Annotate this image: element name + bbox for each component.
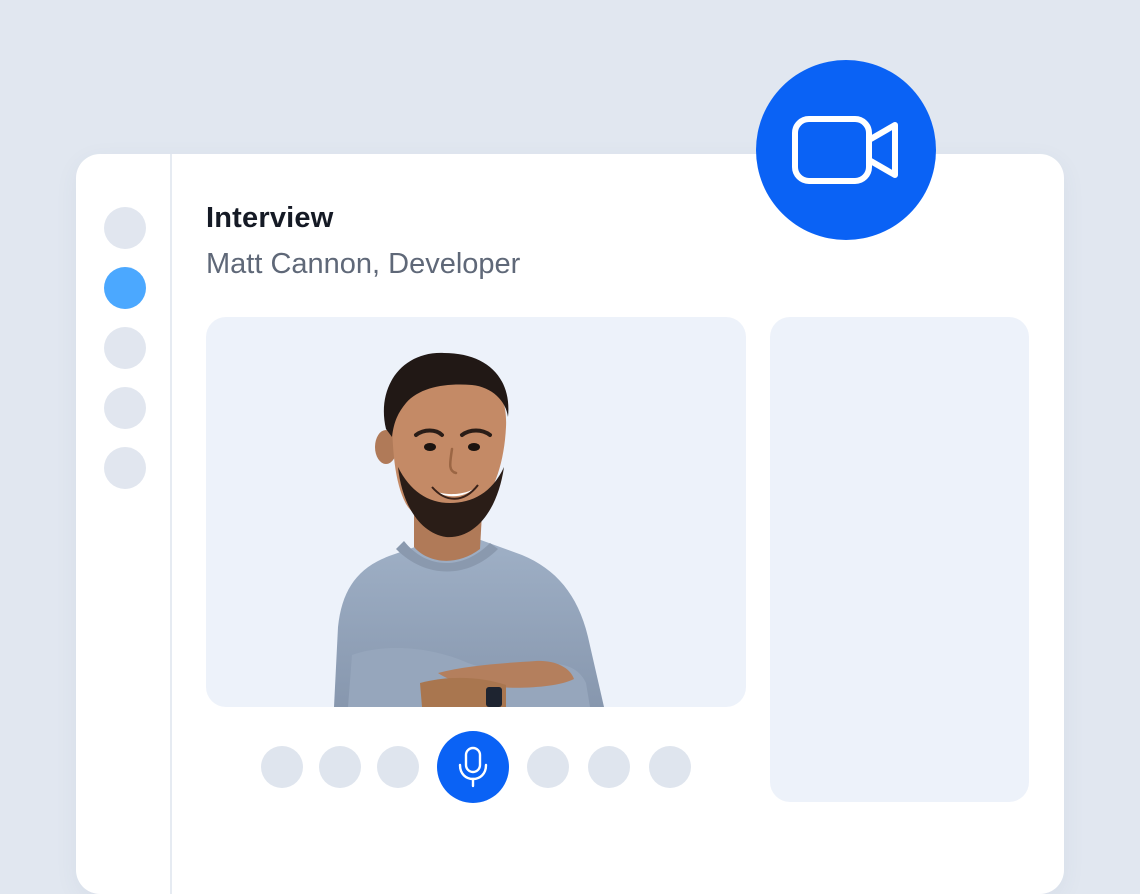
sidebar-item[interactable]	[104, 447, 146, 489]
page-title: Interview	[206, 202, 334, 234]
main-video-tile[interactable]	[206, 317, 746, 707]
sidebar-item[interactable]	[104, 327, 146, 369]
video-camera-icon	[792, 116, 898, 184]
sidebar-item[interactable]	[104, 387, 146, 429]
participant-name: Matt Cannon, Developer	[206, 248, 521, 280]
interview-window: Interview Matt Cannon, Developer	[76, 154, 1064, 894]
call-control-button[interactable]	[588, 746, 630, 788]
call-control-button[interactable]	[261, 746, 303, 788]
video-call-button[interactable]	[756, 60, 936, 240]
microphone-button[interactable]	[437, 731, 509, 803]
call-control-button[interactable]	[319, 746, 361, 788]
secondary-video-tile[interactable]	[770, 317, 1029, 802]
sidebar	[76, 154, 172, 894]
participant-photo	[334, 352, 604, 707]
call-control-button[interactable]	[377, 746, 419, 788]
call-control-button[interactable]	[649, 746, 691, 788]
sidebar-item[interactable]	[104, 207, 146, 249]
microphone-icon	[458, 746, 488, 788]
sidebar-item-active[interactable]	[104, 267, 146, 309]
call-control-button[interactable]	[527, 746, 569, 788]
